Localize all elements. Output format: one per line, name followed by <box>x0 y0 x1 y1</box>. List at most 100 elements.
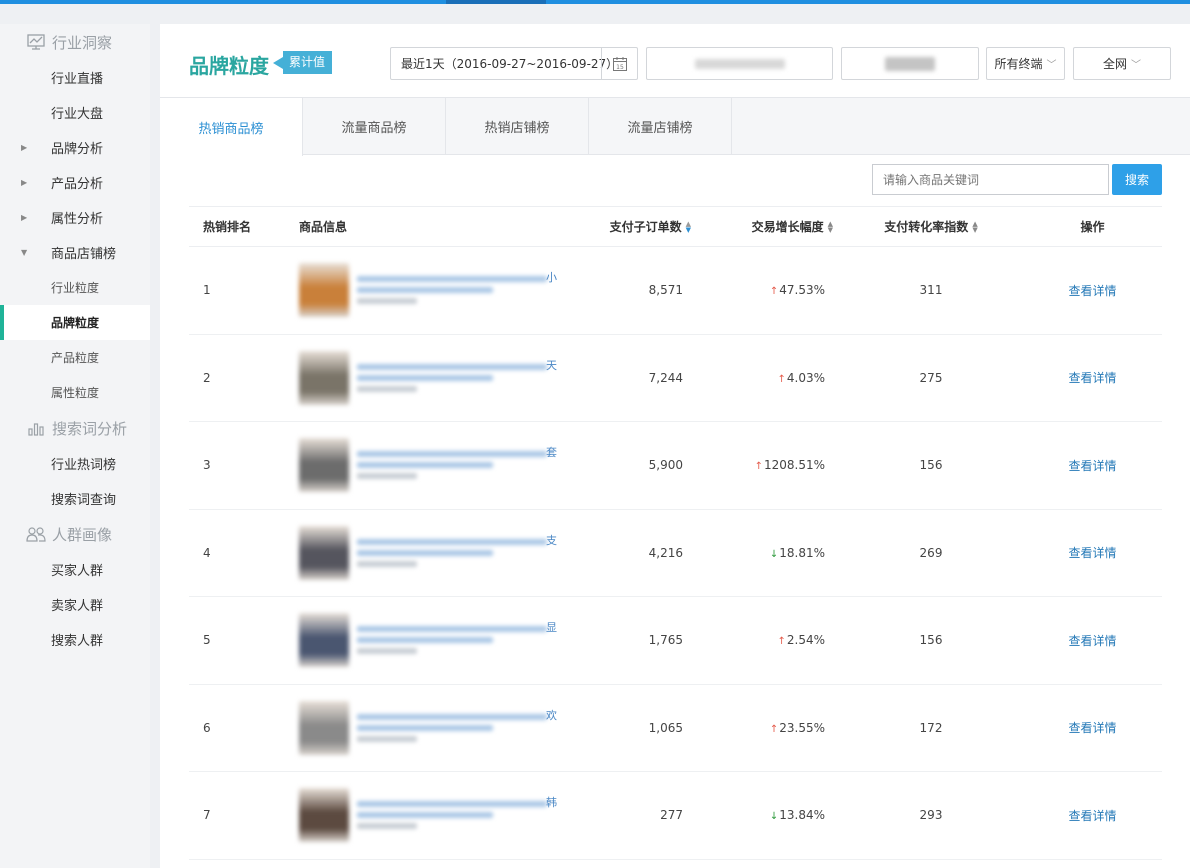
orders-cell: 8,571 <box>648 283 683 298</box>
tab-traffic-goods[interactable]: 流量商品榜 <box>303 98 446 155</box>
view-details-link[interactable]: 查看详情 <box>1068 721 1116 735</box>
sidebar-section-industry-insight[interactable]: 行业洞察 <box>0 24 150 60</box>
blurred-product-title <box>357 621 557 659</box>
arrow-up-icon: ↑ <box>769 723 779 735</box>
sort-icon[interactable]: ▲ ▼ <box>972 220 977 233</box>
view-details-link[interactable]: 查看详情 <box>1068 809 1116 823</box>
blurred-category <box>694 58 785 69</box>
top-accent-bar <box>0 0 1190 4</box>
col-orders-label: 支付子订单数 <box>609 220 682 234</box>
view-details-link[interactable]: 查看详情 <box>1068 546 1116 560</box>
growth-cell: ↑2.54% <box>699 633 839 647</box>
rank-cell: 6 <box>203 720 211 735</box>
date-range-picker[interactable]: 最近1天（2016-09-27~2016-09-27） 15 <box>390 47 638 80</box>
product-info-cell[interactable]: 天 <box>285 335 557 422</box>
goods-rank-table: 热销排名 商品信息 支付子订单数 ▲ ▼ 交易增长幅度 ▲ ▼ 支付转化率指数 ▲ ▼ 操作… <box>189 206 1162 860</box>
sidebar-item-label: 卖家人群 <box>51 599 104 614</box>
sidebar-item-label: 产品分析 <box>51 177 104 192</box>
product-thumbnail[interactable] <box>299 263 349 318</box>
sidebar-section-label: 人群画像 <box>52 525 113 544</box>
tab-hot-goods[interactable]: 热销商品榜 <box>160 98 303 156</box>
table-row: 1 小 8,571 ↑47.53% 311 查看详情 <box>189 247 1162 335</box>
caret-right-icon: ▶ <box>21 143 28 152</box>
tab-hot-shops[interactable]: 热销店铺榜 <box>446 98 589 155</box>
op-cell: 查看详情 <box>1023 369 1162 386</box>
sidebar-sub-brand-granularity[interactable]: 品牌粒度 <box>0 305 150 340</box>
sidebar-item-search-query[interactable]: 搜索词查询 <box>0 481 150 516</box>
op-cell: 查看详情 <box>1023 807 1162 824</box>
sidebar-item-hot-words[interactable]: 行业热词榜 <box>0 446 150 481</box>
caret-right-icon: ▶ <box>21 178 28 187</box>
keyword-search-input[interactable] <box>872 164 1109 195</box>
sort-icon[interactable]: ▲ ▼ <box>828 220 833 233</box>
sidebar-item-brand-analysis[interactable]: ▶ 品牌分析 <box>0 130 150 165</box>
table-header: 热销排名 商品信息 支付子订单数 ▲ ▼ 交易增长幅度 ▲ ▼ 支付转化率指数 ▲ ▼ 操作 <box>189 206 1162 247</box>
table-row: 2 天 7,244 ↑4.03% 275 查看详情 <box>189 335 1162 422</box>
view-details-link[interactable]: 查看详情 <box>1068 284 1116 298</box>
calendar-day: 15 <box>616 64 624 71</box>
product-thumbnail[interactable] <box>299 700 349 755</box>
sidebar-item-label: 品牌粒度 <box>51 316 100 330</box>
sort-icon[interactable]: ▲ ▼ <box>686 220 691 233</box>
sidebar-sub-industry-granularity[interactable]: 行业粒度 <box>0 270 150 305</box>
rank-cell: 7 <box>203 808 211 823</box>
product-thumbnail[interactable] <box>299 525 349 580</box>
blurred-product-title <box>357 446 557 484</box>
product-thumbnail[interactable] <box>299 613 349 668</box>
calendar-icon[interactable]: 15 <box>601 48 637 79</box>
chevron-down-icon: ﹀ <box>1131 60 1141 71</box>
tab-traffic-shops[interactable]: 流量店铺榜 <box>589 98 732 155</box>
main-content: 品牌粒度 累计值 最近1天（2016-09-27~2016-09-27） 1 5 … <box>160 24 1190 868</box>
sidebar-item-product-analysis[interactable]: ▶ 产品分析 <box>0 165 150 200</box>
sidebar-sub-product-granularity[interactable]: 产品粒度 <box>0 340 150 375</box>
product-thumbnail[interactable] <box>299 350 349 405</box>
op-cell: 查看详情 <box>1023 457 1162 474</box>
col-conversion-label: 支付转化率指数 <box>884 220 969 234</box>
product-thumbnail[interactable] <box>299 438 349 493</box>
arrow-down-icon: ↓ <box>769 548 779 560</box>
sidebar-item-label: 属性分析 <box>51 212 104 227</box>
sidebar-item-attribute-analysis[interactable]: ▶ 属性分析 <box>0 200 150 235</box>
growth-cell: ↓18.81% <box>699 546 839 560</box>
view-details-link[interactable]: 查看详情 <box>1068 459 1116 473</box>
sidebar-item-buyer-crowd[interactable]: 买家人群 <box>0 552 150 587</box>
product-info-cell[interactable]: 韩 <box>285 772 557 859</box>
network-select[interactable]: 全网 ﹀ <box>1073 47 1171 80</box>
sidebar-section-label: 搜索词分析 <box>52 419 128 438</box>
sidebar-item-seller-crowd[interactable]: 卖家人群 <box>0 587 150 622</box>
caret-down-icon: ▼ <box>21 248 28 257</box>
col-growth[interactable]: 交易增长幅度 ▲ ▼ <box>699 218 839 235</box>
product-thumbnail[interactable] <box>299 788 349 843</box>
sidebar-section-crowd-profile[interactable]: 人群画像 <box>0 516 150 552</box>
sidebar-item-label: 产品粒度 <box>51 351 100 365</box>
rank-cell: 4 <box>203 545 211 560</box>
sidebar-item-search-crowd[interactable]: 搜索人群 <box>0 622 150 657</box>
arrow-down-icon: ↓ <box>769 811 779 823</box>
search-button[interactable]: 搜索 <box>1112 164 1162 195</box>
sidebar-item-label: 品牌分析 <box>51 142 104 157</box>
sidebar-item-industry-live[interactable]: 行业直播 <box>0 60 150 95</box>
sidebar-item-goods-shop-rank[interactable]: ▼ 商品店铺榜 <box>0 235 150 270</box>
arrow-up-icon: ↑ <box>777 373 786 385</box>
view-details-link[interactable]: 查看详情 <box>1068 371 1116 385</box>
growth-value: 1208.51% <box>763 458 825 473</box>
product-info-cell[interactable]: 支 <box>285 510 557 597</box>
conversion-cell: 269 <box>919 545 943 560</box>
product-info-cell[interactable]: 小 <box>285 247 557 334</box>
col-conversion[interactable]: 支付转化率指数 ▲ ▼ <box>839 218 1023 235</box>
product-info-cell[interactable]: 套 <box>285 422 557 509</box>
view-details-link[interactable]: 查看详情 <box>1068 634 1116 648</box>
product-info-cell[interactable]: 显 <box>285 597 557 684</box>
sidebar-sub-attribute-granularity[interactable]: 属性粒度 <box>0 375 150 410</box>
terminal-select[interactable]: 所有终端 ﹀ <box>986 47 1065 80</box>
sidebar-item-industry-overview[interactable]: 行业大盘 <box>0 95 150 130</box>
sidebar-section-search-analysis[interactable]: 搜索词分析 <box>0 410 150 446</box>
blurred-product-title <box>357 359 557 397</box>
col-orders[interactable]: 支付子订单数 ▲ ▼ <box>557 218 699 235</box>
brand-selector[interactable] <box>841 47 979 80</box>
category-selector[interactable] <box>646 47 833 80</box>
rank-tabs: 热销商品榜 流量商品榜 热销店铺榜 流量店铺榜 <box>160 97 1190 156</box>
product-info-cell[interactable]: 欢 <box>285 685 557 772</box>
arrow-up-icon: ↑ <box>769 286 779 298</box>
rank-cell: 5 <box>203 633 211 648</box>
